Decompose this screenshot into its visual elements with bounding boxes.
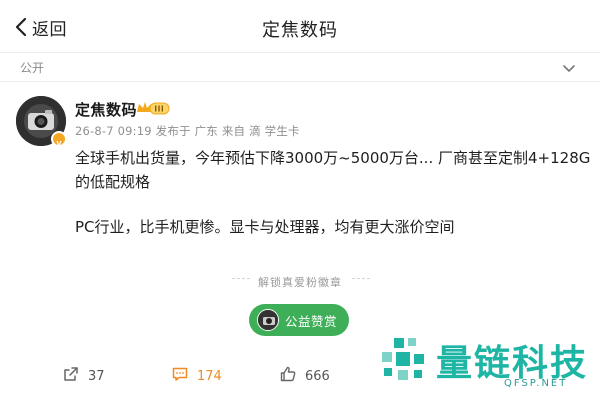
watermark-sub: QFSP.NET bbox=[504, 378, 568, 389]
like-button[interactable]: 666 bbox=[279, 366, 330, 386]
comment-icon bbox=[171, 365, 189, 387]
repost-icon bbox=[62, 365, 80, 387]
chevron-down-icon[interactable] bbox=[562, 61, 576, 75]
svg-text:v: v bbox=[56, 138, 61, 148]
author-name[interactable]: 定焦数码 bbox=[75, 99, 137, 120]
divider bbox=[352, 278, 370, 279]
repost-button[interactable]: 37 bbox=[62, 366, 105, 386]
post-paragraph: 全球手机出货量，今年预估下降3000万~5000万台... 厂商甚至定制4+12… bbox=[75, 149, 591, 191]
post-paragraph: PC行业，比手机更惨。显卡与处理器，均有更大涨价空间 bbox=[75, 218, 455, 236]
visibility-label: 公开 bbox=[20, 61, 45, 75]
comment-count: 174 bbox=[197, 368, 222, 384]
like-count: 666 bbox=[305, 368, 330, 384]
repost-count: 37 bbox=[88, 368, 105, 384]
reward-avatar bbox=[257, 309, 279, 331]
post-body: 全球手机出货量，今年预估下降3000万~5000万台... 厂商甚至定制4+12… bbox=[75, 146, 595, 239]
page-title: 定焦数码 bbox=[262, 20, 338, 41]
verified-badge-icon: v bbox=[51, 131, 67, 148]
unlock-badge-row[interactable]: 解锁真爱粉徽章 bbox=[0, 270, 600, 289]
thumbs-up-icon bbox=[279, 365, 297, 387]
unlock-badge-label: 解锁真爱粉徽章 bbox=[258, 276, 342, 289]
vip-crown-icon[interactable] bbox=[136, 100, 170, 116]
watermark: 量链科技 QFSP.NET bbox=[378, 332, 600, 392]
visibility-row: 公开 bbox=[0, 52, 600, 82]
watermark-logo-icon bbox=[382, 338, 424, 380]
comment-button[interactable]: 174 bbox=[171, 366, 222, 386]
reward-button[interactable]: 公益赞赏 bbox=[249, 304, 349, 336]
top-navbar: 返回 定焦数码 bbox=[0, 0, 600, 52]
post-meta: 26-8-7 09:19 发布于 广东 来自 滴 学生卡 bbox=[75, 124, 300, 138]
reward-label: 公益赞赏 bbox=[285, 313, 338, 329]
divider bbox=[232, 278, 250, 279]
